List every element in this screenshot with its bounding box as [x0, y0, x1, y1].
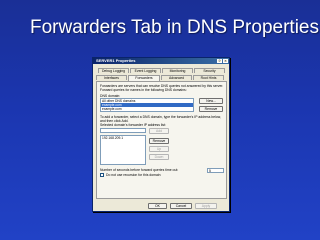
dialog-title: SERVER1 Properties — [96, 57, 136, 63]
help-icon[interactable]: ? — [217, 59, 222, 63]
no-recursion-checkbox[interactable] — [100, 173, 104, 177]
ip-address-list[interactable]: 192.168.209.1 — [100, 135, 146, 165]
list-item[interactable]: 192.168.209.1 — [101, 136, 145, 140]
tab-advanced[interactable]: Advanced — [161, 75, 192, 80]
tab-security[interactable]: Security — [194, 68, 225, 73]
slide: Forwarders Tab in DNS Properties SERVER1… — [0, 0, 320, 240]
remove-domain-button[interactable]: Remove — [199, 106, 223, 112]
dialog-titlebar: SERVER1 Properties ? × — [93, 58, 229, 64]
list-item[interactable]: example.com — [101, 107, 193, 111]
slide-title: Forwarders Tab in DNS Properties — [30, 17, 319, 38]
tab-debug-logging[interactable]: Debug Logging — [98, 68, 129, 73]
timeout-field[interactable]: 5 — [207, 167, 224, 173]
ip-list-label: Selected domain's forwarder IP address l… — [100, 123, 166, 127]
tab-forwarders[interactable]: Forwarders — [128, 75, 160, 81]
apply-button[interactable]: Apply — [195, 203, 217, 209]
ok-button[interactable]: OK — [148, 203, 167, 209]
up-button[interactable]: Up — [149, 146, 169, 152]
tab-monitoring[interactable]: Monitoring — [162, 68, 193, 73]
tab-event-logging[interactable]: Event Logging — [130, 68, 161, 73]
tab-root-hints[interactable]: Root Hints — [193, 75, 224, 80]
cancel-button[interactable]: Cancel — [170, 203, 192, 209]
no-recursion-label: Do not use recursion for this domain — [106, 172, 161, 177]
timeout-label: Number of seconds before forward queries… — [100, 168, 179, 172]
intro-text: Forwarders are servers that can resolve … — [100, 84, 224, 92]
tab-interfaces[interactable]: Interfaces — [96, 75, 127, 80]
dns-domain-list[interactable]: All other DNS domains example.com exampl… — [100, 98, 194, 112]
ip-address-field[interactable] — [100, 128, 146, 133]
add-button[interactable]: Add — [149, 127, 169, 134]
down-button[interactable]: Down — [149, 154, 169, 160]
properties-dialog: SERVER1 Properties ? × Debug Logging Eve… — [92, 57, 230, 212]
ip-remove-button[interactable]: Remove — [149, 138, 169, 144]
forwarders-panel: Forwarders are servers that can resolve … — [96, 81, 227, 199]
new-domain-button[interactable]: New... — [199, 98, 223, 104]
help-text: To add a forwarder, select a DNS domain,… — [100, 115, 222, 123]
close-icon[interactable]: × — [223, 59, 228, 63]
